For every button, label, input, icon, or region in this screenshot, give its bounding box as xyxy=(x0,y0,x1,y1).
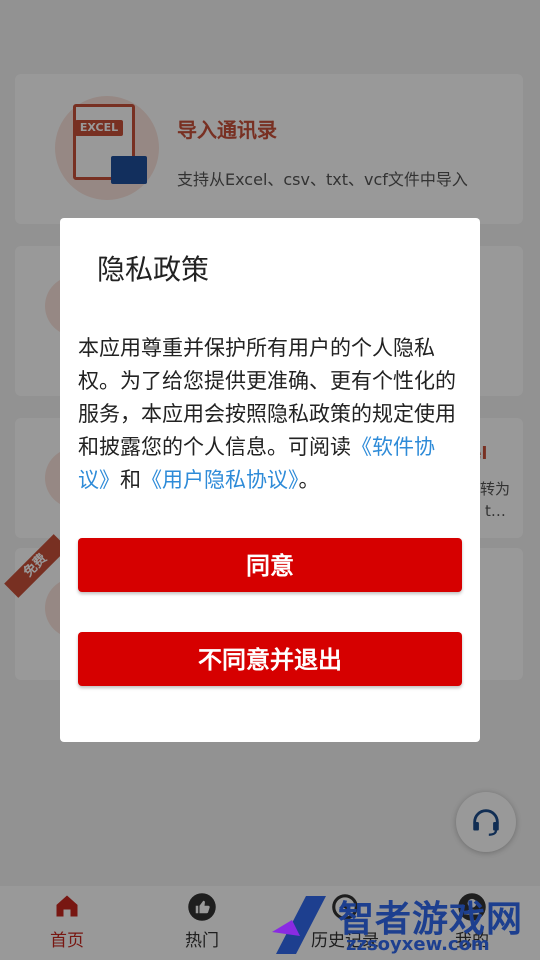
ending-text: 。 xyxy=(298,468,320,492)
site-watermark: 智者游戏网 zzsoyxew.com xyxy=(260,888,540,960)
dialog-body: 本应用尊重并保护所有用户的个人隐私权。为了给您提供更准确、更有个性化的服务，本应… xyxy=(78,332,466,497)
user-privacy-agreement-link[interactable]: 《用户隐私协议》 xyxy=(141,468,299,492)
watermark-url: zzsoyxew.com xyxy=(346,934,490,955)
privacy-policy-dialog: 隐私政策 本应用尊重并保护所有用户的个人隐私权。为了给您提供更准确、更有个性化的… xyxy=(60,218,480,742)
disagree-exit-button[interactable]: 不同意并退出 xyxy=(78,632,462,686)
connector-text: 和 xyxy=(120,468,141,492)
dialog-title: 隐私政策 xyxy=(97,253,210,286)
agree-button[interactable]: 同意 xyxy=(78,538,462,592)
watermark-logo-icon xyxy=(272,896,326,954)
